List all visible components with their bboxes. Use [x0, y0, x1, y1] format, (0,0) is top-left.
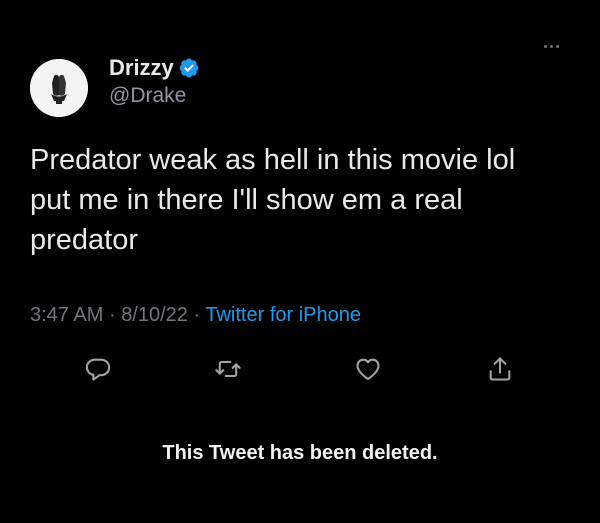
deleted-notice: This Tweet has been deleted. — [162, 442, 438, 464]
heart-icon — [356, 358, 380, 380]
handle[interactable]: @Drake — [109, 84, 186, 108]
tweet-card: Drizzy @Drake Predator weak as hell in t… — [0, 0, 600, 523]
avatar[interactable] — [30, 59, 88, 117]
like-button[interactable] — [354, 355, 382, 383]
reply-icon — [85, 358, 111, 381]
retweet-icon — [215, 360, 241, 378]
tweet-text-line: Predator weak as hell in this movie lol — [30, 144, 516, 176]
tweet-date[interactable]: 8/10/22 — [121, 304, 188, 326]
share-button[interactable] — [486, 355, 514, 383]
retweet-button[interactable] — [214, 355, 242, 383]
verified-badge-icon — [179, 58, 199, 78]
praying-hands-icon — [30, 59, 88, 117]
tweet-source[interactable]: Twitter for iPhone — [205, 304, 361, 326]
tweet-meta: 3:47 AM · 8/10/22 · Twitter for iPhone — [30, 304, 361, 327]
author-row: Drizzy — [109, 55, 200, 81]
reply-button[interactable] — [84, 355, 112, 383]
tweet-text: Predator weak as hell in this movie lol … — [30, 140, 580, 260]
tweet-text-line: put me in there I'll show em a real — [30, 184, 463, 216]
more-options-icon[interactable] — [544, 36, 562, 52]
display-name[interactable]: Drizzy — [109, 55, 174, 81]
action-bar — [0, 355, 600, 385]
tweet-time[interactable]: 3:47 AM — [30, 304, 103, 326]
tweet-text-line: predator — [30, 224, 139, 256]
meta-separator: · — [108, 304, 116, 326]
meta-separator: · — [193, 304, 201, 326]
share-icon — [489, 357, 511, 381]
